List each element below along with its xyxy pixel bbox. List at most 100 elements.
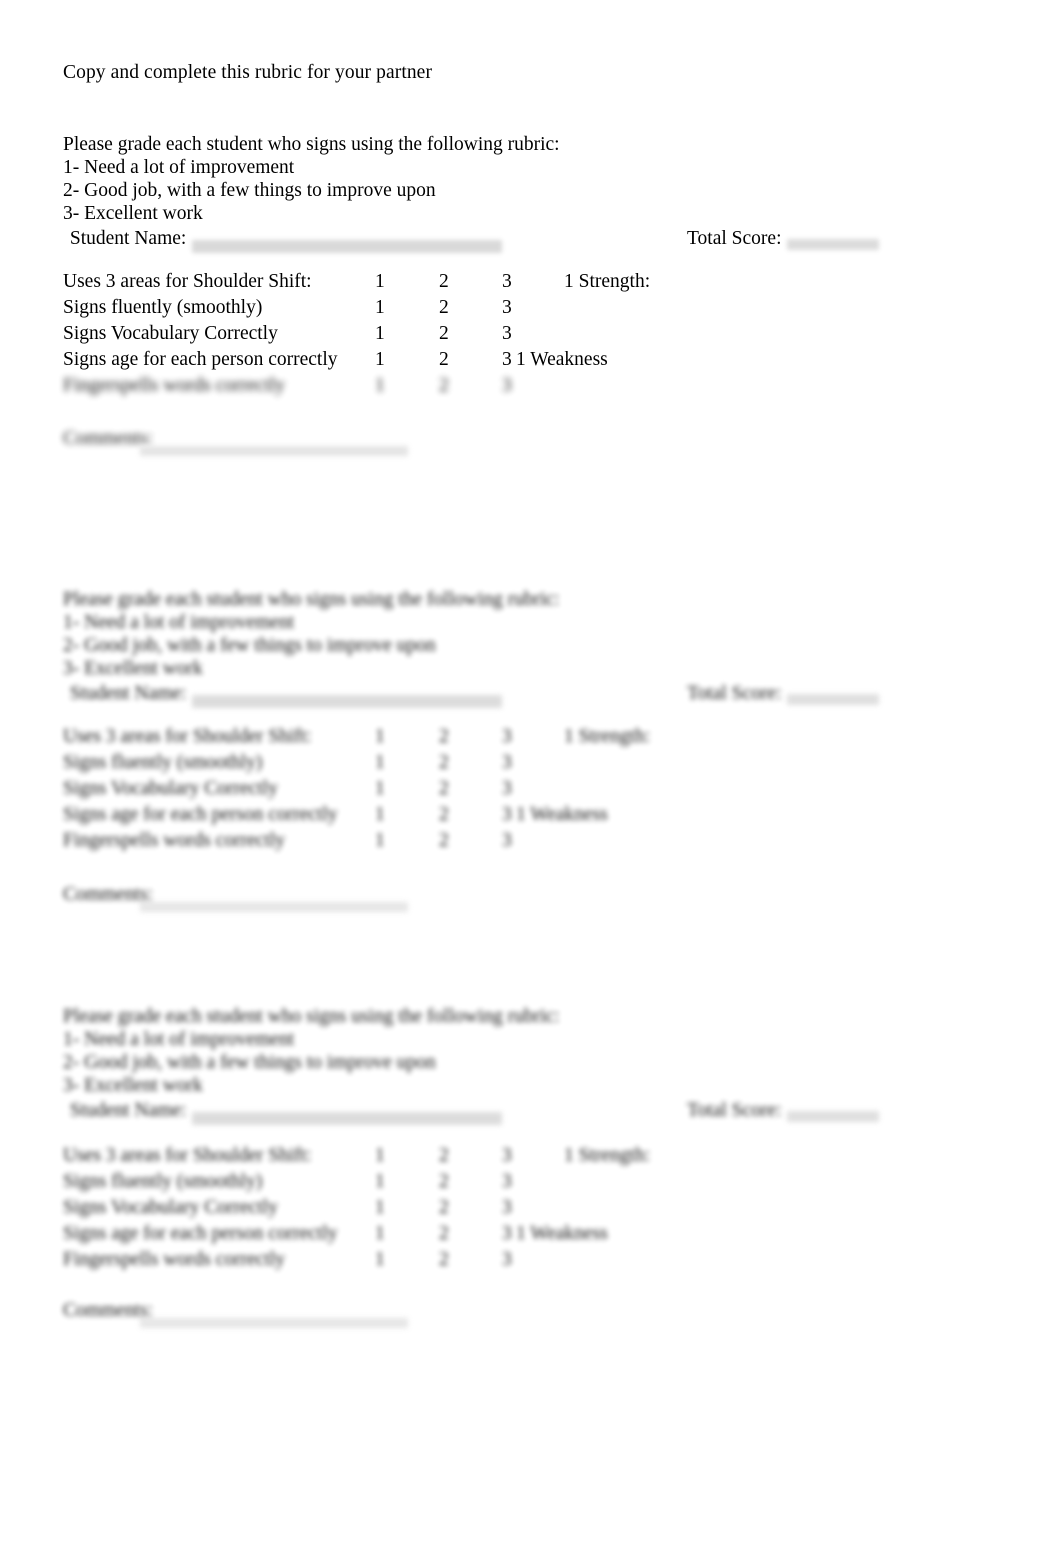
criterion-row: Uses 3 areas for Shoulder Shift: 1 2 3 1… — [0, 726, 1062, 752]
score-option-2[interactable]: 2 — [439, 778, 449, 800]
weakness-note-label: 1 Weakness — [516, 804, 608, 825]
score-option-1[interactable]: 1 — [375, 1223, 385, 1245]
criterion-row: Fingerspells words correctly 1 2 3 — [0, 830, 1062, 856]
criterion-row: Fingerspells words correctly 1 2 3 — [0, 1249, 1062, 1275]
student-name-input-line[interactable] — [192, 240, 502, 253]
criterion-row: Signs age for each person correctly 1 2 … — [0, 1223, 1062, 1249]
score-option-3[interactable]: 3 — [502, 804, 512, 826]
criterion-label: Signs age for each person correctly — [63, 349, 338, 370]
strength-note-label: 1 Strength: — [564, 726, 651, 747]
criterion-row: Signs Vocabulary Correctly 1 2 3 — [0, 323, 1062, 349]
total-score-input-line[interactable] — [787, 694, 879, 705]
score-option-1[interactable]: 1 — [375, 726, 385, 748]
score-option-2[interactable]: 2 — [439, 1249, 449, 1271]
criterion-row: Signs fluently (smoothly) 1 2 3 — [0, 297, 1062, 323]
criterion-label: Uses 3 areas for Shoulder Shift: — [63, 1145, 312, 1166]
comments-input-line[interactable] — [140, 902, 408, 912]
score-option-2[interactable]: 2 — [439, 752, 449, 774]
strength-note-label: 1 Strength: — [564, 1145, 651, 1166]
score-option-1[interactable]: 1 — [375, 1145, 385, 1167]
student-name-label: Student Name: — [65, 228, 187, 249]
total-score-input-line[interactable] — [787, 239, 879, 250]
score-option-2[interactable]: 2 — [439, 271, 449, 293]
student-name-input-line[interactable] — [192, 1112, 502, 1125]
score-option-1[interactable]: 1 — [375, 778, 385, 800]
score-option-2[interactable]: 2 — [439, 830, 449, 852]
criterion-row: Signs age for each person correctly 1 2 … — [0, 804, 1062, 830]
criterion-row: Signs age for each person correctly 1 2 … — [0, 349, 1062, 375]
score-option-2[interactable]: 2 — [439, 1145, 449, 1167]
criterion-label: Signs age for each person correctly — [63, 804, 338, 825]
score-option-2[interactable]: 2 — [439, 349, 449, 371]
comments-input-line[interactable] — [140, 1318, 408, 1328]
score-option-2[interactable]: 2 — [439, 297, 449, 319]
score-option-1[interactable]: 1 — [375, 349, 385, 371]
rubric-instruction: Please grade each student who signs usin… — [63, 134, 560, 155]
criterion-label: Signs Vocabulary Correctly — [63, 1197, 278, 1218]
score-option-1[interactable]: 1 — [375, 830, 385, 852]
criterion-row: Signs fluently (smoothly) 1 2 3 — [0, 752, 1062, 778]
score-option-1[interactable]: 1 — [375, 752, 385, 774]
rubric-instruction: Please grade each student who signs usin… — [63, 1006, 560, 1027]
comments-input-line[interactable] — [140, 446, 408, 456]
score-option-2[interactable]: 2 — [439, 1223, 449, 1245]
score-option-1[interactable]: 1 — [375, 1171, 385, 1193]
score-option-3[interactable]: 3 — [502, 778, 512, 800]
criterion-label: Signs fluently (smoothly) — [63, 297, 263, 318]
score-option-2[interactable]: 2 — [439, 375, 449, 397]
criterion-label: Signs Vocabulary Correctly — [63, 778, 278, 799]
criterion-row: Uses 3 areas for Shoulder Shift: 1 2 3 1… — [0, 1145, 1062, 1171]
score-option-1[interactable]: 1 — [375, 323, 385, 345]
document-page: Copy and complete this rubric for your p… — [0, 0, 1062, 1561]
criterion-label: Fingerspells words correctly — [63, 375, 286, 396]
rubric-scale-1: 1- Need a lot of improvement — [63, 157, 295, 178]
score-option-3[interactable]: 3 — [502, 1171, 512, 1193]
score-option-2[interactable]: 2 — [439, 804, 449, 826]
rubric-scale-1: 1- Need a lot of improvement — [63, 612, 295, 633]
criterion-row: Signs Vocabulary Correctly 1 2 3 — [0, 1197, 1062, 1223]
criterion-label: Signs fluently (smoothly) — [63, 1171, 263, 1192]
score-option-1[interactable]: 1 — [375, 375, 385, 397]
score-option-3[interactable]: 3 — [502, 752, 512, 774]
score-option-2[interactable]: 2 — [439, 1171, 449, 1193]
weakness-note-label: 1 Weakness — [516, 349, 608, 370]
student-name-input-line[interactable] — [192, 695, 502, 708]
score-option-1[interactable]: 1 — [375, 271, 385, 293]
rubric-scale-3: 3- Excellent work — [63, 658, 203, 679]
strength-note-label: 1 Strength: — [564, 271, 651, 292]
criterion-row: Uses 3 areas for Shoulder Shift: 1 2 3 1… — [0, 271, 1062, 297]
score-option-3[interactable]: 3 — [502, 1197, 512, 1219]
total-score-label: Total Score: — [687, 683, 782, 704]
score-option-2[interactable]: 2 — [439, 1197, 449, 1219]
score-option-1[interactable]: 1 — [375, 1197, 385, 1219]
score-option-3[interactable]: 3 — [502, 1223, 512, 1245]
total-score-input-line[interactable] — [787, 1111, 879, 1122]
criterion-label: Uses 3 areas for Shoulder Shift: — [63, 726, 312, 747]
score-option-3[interactable]: 3 — [502, 297, 512, 319]
total-score-label: Total Score: — [687, 228, 782, 249]
score-option-3[interactable]: 3 — [502, 830, 512, 852]
score-option-3[interactable]: 3 — [502, 323, 512, 345]
criterion-row: Signs fluently (smoothly) 1 2 3 — [0, 1171, 1062, 1197]
score-option-1[interactable]: 1 — [375, 1249, 385, 1271]
score-option-3[interactable]: 3 — [502, 1249, 512, 1271]
score-option-3[interactable]: 3 — [502, 726, 512, 748]
page-title: Copy and complete this rubric for your p… — [63, 62, 433, 83]
rubric-scale-1: 1- Need a lot of improvement — [63, 1029, 295, 1050]
weakness-note-label: 1 Weakness — [516, 1223, 608, 1244]
rubric-scale-2: 2- Good job, with a few things to improv… — [63, 180, 436, 201]
score-option-3[interactable]: 3 — [502, 271, 512, 293]
criterion-label: Fingerspells words correctly — [63, 830, 286, 851]
score-option-3[interactable]: 3 — [502, 1145, 512, 1167]
criterion-label: Fingerspells words correctly — [63, 1249, 286, 1270]
score-option-2[interactable]: 2 — [439, 726, 449, 748]
total-score-label: Total Score: — [687, 1100, 782, 1121]
score-option-2[interactable]: 2 — [439, 323, 449, 345]
criterion-label: Signs age for each person correctly — [63, 1223, 338, 1244]
score-option-1[interactable]: 1 — [375, 804, 385, 826]
student-name-label: Student Name: — [65, 683, 187, 704]
score-option-1[interactable]: 1 — [375, 297, 385, 319]
score-option-3[interactable]: 3 — [502, 349, 512, 371]
rubric-scale-3: 3- Excellent work — [63, 1075, 203, 1096]
score-option-3[interactable]: 3 — [502, 375, 512, 397]
